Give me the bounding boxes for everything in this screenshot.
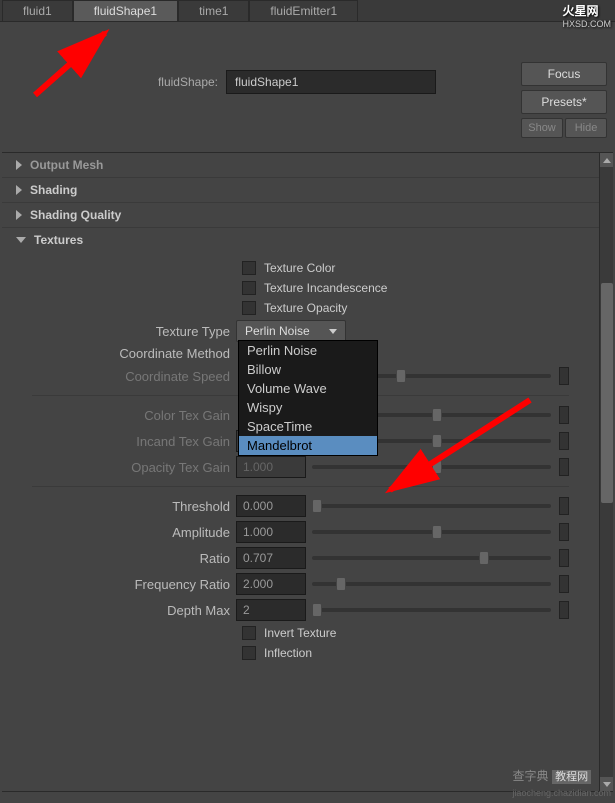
presets-button[interactable]: Presets* <box>521 90 607 114</box>
value-indicator <box>559 523 569 541</box>
value-indicator <box>559 549 569 567</box>
watermark-bottom: 查字典 教程网 jiaocheng.chazidian.com <box>512 767 611 799</box>
coordinate-method-label: Coordinate Method <box>2 346 230 361</box>
invert-texture-checkbox[interactable] <box>242 626 256 640</box>
opacity-tex-gain-label: Opacity Tex Gain <box>2 460 230 475</box>
amplitude-label: Amplitude <box>2 525 230 540</box>
opacity-tex-gain-input[interactable] <box>236 456 306 478</box>
scroll-up-icon[interactable] <box>600 153 613 167</box>
focus-button[interactable]: Focus <box>521 62 607 86</box>
tab-fluidshape1[interactable]: fluidShape1 <box>73 0 178 21</box>
depth-max-slider[interactable] <box>312 608 551 612</box>
incand-tex-gain-label: Incand Tex Gain <box>2 434 230 449</box>
option-billow[interactable]: Billow <box>239 360 377 379</box>
section-label: Textures <box>34 233 83 247</box>
section-output-mesh[interactable]: Output Mesh <box>2 153 599 177</box>
watermark-text: 火星网 <box>562 4 598 18</box>
show-button[interactable]: Show <box>521 118 563 138</box>
option-mandelbrot[interactable]: Mandelbrot <box>239 436 377 455</box>
frequency-ratio-label: Frequency Ratio <box>2 577 230 592</box>
texture-type-dropdown[interactable]: Perlin Noise <box>236 320 346 342</box>
option-volume-wave[interactable]: Volume Wave <box>239 379 377 398</box>
collapse-arrow-icon <box>16 185 22 195</box>
watermark-text: 查字典 <box>512 769 548 783</box>
depth-max-input[interactable] <box>236 599 306 621</box>
frequency-ratio-input[interactable] <box>236 573 306 595</box>
node-name-input[interactable] <box>226 70 436 94</box>
checkbox-label: Inflection <box>264 646 312 660</box>
section-label: Shading <box>30 183 77 197</box>
node-name-label: fluidShape: <box>8 75 218 89</box>
scroll-thumb[interactable] <box>601 283 613 503</box>
frequency-ratio-slider[interactable] <box>312 582 551 586</box>
hide-button[interactable]: Hide <box>565 118 607 138</box>
chevron-down-icon <box>329 329 337 334</box>
section-textures[interactable]: Textures <box>2 227 599 252</box>
section-shading-quality[interactable]: Shading Quality <box>2 202 599 227</box>
section-label: Output Mesh <box>30 158 103 172</box>
checkbox-label: Texture Opacity <box>264 301 347 315</box>
tab-time1[interactable]: time1 <box>178 0 249 21</box>
texture-type-menu: Perlin Noise Billow Volume Wave Wispy Sp… <box>238 340 378 456</box>
ratio-slider[interactable] <box>312 556 551 560</box>
option-perlin-noise[interactable]: Perlin Noise <box>239 341 377 360</box>
texture-incandescence-checkbox[interactable] <box>242 281 256 295</box>
depth-max-label: Depth Max <box>2 603 230 618</box>
value-indicator <box>559 367 569 385</box>
color-tex-gain-label: Color Tex Gain <box>2 408 230 423</box>
checkbox-label: Invert Texture <box>264 626 336 640</box>
ratio-label: Ratio <box>2 551 230 566</box>
value-indicator <box>559 458 569 476</box>
watermark-sub: jiaocheng.chazidian.com <box>512 788 611 798</box>
texture-opacity-checkbox[interactable] <box>242 301 256 315</box>
threshold-label: Threshold <box>2 499 230 514</box>
ratio-input[interactable] <box>236 547 306 569</box>
watermark-top: 火星网 HXSD.COM <box>562 2 611 29</box>
checkbox-label: Texture Color <box>264 261 335 275</box>
amplitude-slider[interactable] <box>312 530 551 534</box>
tab-fluid1[interactable]: fluid1 <box>2 0 73 21</box>
threshold-slider[interactable] <box>312 504 551 508</box>
watermark-sub: HXSD.COM <box>562 19 611 29</box>
value-indicator <box>559 432 569 450</box>
amplitude-input[interactable] <box>236 521 306 543</box>
collapse-arrow-icon <box>16 210 22 220</box>
option-wispy[interactable]: Wispy <box>239 398 377 417</box>
texture-color-checkbox[interactable] <box>242 261 256 275</box>
value-indicator <box>559 601 569 619</box>
value-indicator <box>559 406 569 424</box>
inflection-checkbox[interactable] <box>242 646 256 660</box>
section-shading[interactable]: Shading <box>2 177 599 202</box>
texture-type-label: Texture Type <box>2 324 230 339</box>
threshold-input[interactable] <box>236 495 306 517</box>
value-indicator <box>559 497 569 515</box>
vertical-scrollbar[interactable] <box>599 153 613 791</box>
value-indicator <box>559 575 569 593</box>
watermark-tag: 教程网 <box>552 770 591 784</box>
collapse-arrow-icon <box>16 160 22 170</box>
option-spacetime[interactable]: SpaceTime <box>239 417 377 436</box>
dropdown-value: Perlin Noise <box>245 324 310 338</box>
tab-fluidemitter1[interactable]: fluidEmitter1 <box>249 0 358 21</box>
coordinate-speed-label: Coordinate Speed <box>2 369 230 384</box>
checkbox-label: Texture Incandescence <box>264 281 387 295</box>
section-label: Shading Quality <box>30 208 121 222</box>
opacity-tex-gain-slider[interactable] <box>312 465 551 469</box>
expand-arrow-icon <box>16 237 26 243</box>
